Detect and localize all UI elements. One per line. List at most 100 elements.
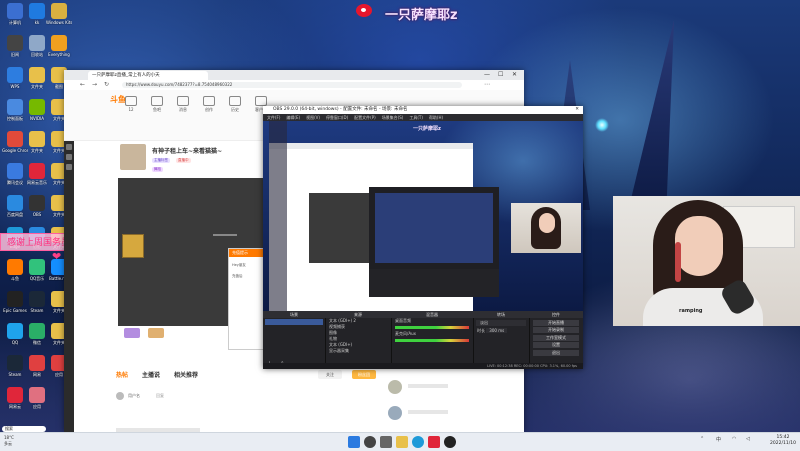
fanclub-button[interactable]: 粉丝团 (352, 370, 376, 379)
content-tabs: 热帖 主播说 相关推荐 (116, 370, 316, 380)
sources-header: 来源 (325, 311, 391, 318)
obs-menu-item[interactable]: 编辑(E) (286, 115, 300, 120)
obs-control-button[interactable]: 工作室模式 (533, 334, 579, 341)
tag-pill[interactable]: 舞蹈 (152, 167, 163, 172)
obs-preview[interactable]: 一只萨摩耶z (263, 121, 583, 311)
nav-icon (151, 96, 163, 106)
forward-icon[interactable]: → (92, 81, 97, 88)
nested-dock (369, 269, 499, 297)
obs-menu-item[interactable]: 视图(V) (306, 115, 320, 120)
volume-icon[interactable]: ◁ (746, 436, 750, 442)
desktop-icon[interactable]: Windows Kits (46, 2, 72, 32)
obs-control-button[interactable]: 设置 (533, 342, 579, 348)
system-clock[interactable]: 15:42 2022/11/10 (770, 435, 796, 447)
close-icon[interactable]: ✕ (512, 70, 517, 80)
desktop-icon[interactable]: 应用 (24, 386, 50, 416)
tab-hot[interactable]: 热帖 (116, 370, 128, 379)
refresh-icon[interactable]: ↻ (104, 81, 109, 88)
avatar[interactable] (120, 144, 146, 170)
wallpaper-spire (626, 20, 694, 220)
tag-pill[interactable]: 主播标签 (152, 158, 170, 163)
obs-control-button[interactable]: 退出 (533, 349, 579, 356)
avatar[interactable] (388, 380, 402, 394)
obs-control-button[interactable]: 开始录制 (533, 327, 579, 333)
app-icon (7, 291, 23, 307)
obs-control-button[interactable]: 开始直播 (533, 319, 579, 326)
recommend-list (388, 370, 518, 430)
obs-menu-item[interactable]: 工具(T) (409, 115, 423, 120)
app-icon (29, 387, 45, 403)
preview-desktop-icons (269, 121, 287, 311)
site-nav-item[interactable]: 消息 (176, 96, 190, 113)
browser-tab[interactable]: 一只萨摩耶z直播_常上有人的小天 (88, 71, 208, 80)
content-placeholder (408, 384, 448, 388)
tray-lang[interactable]: 中 (716, 436, 721, 443)
site-nav-item[interactable]: 历史 (228, 96, 242, 113)
gift-icon[interactable] (148, 328, 164, 338)
app-icon (7, 67, 23, 83)
back-icon[interactable]: ← (80, 81, 85, 88)
content-placeholder (408, 410, 448, 414)
clock-date: 2022/11/10 (770, 441, 796, 446)
scene-item[interactable] (265, 319, 323, 325)
audio-meter (395, 326, 469, 329)
duration-label-text: 时长 (477, 328, 485, 333)
sidebar-icon[interactable] (66, 144, 72, 150)
tray-up-icon[interactable]: ⌃ (700, 436, 704, 442)
explorer-icon[interactable] (396, 436, 408, 448)
obs-icon[interactable] (444, 436, 456, 448)
weather-widget[interactable]: 18°C 多云 (4, 435, 14, 447)
obs-menu-item[interactable]: 配置文件(P) (354, 115, 376, 120)
search-icon[interactable] (364, 436, 376, 448)
close-icon[interactable]: ✕ (575, 106, 579, 114)
app-icon (29, 195, 45, 211)
edge-icon[interactable] (412, 436, 424, 448)
tab-recommend[interactable]: 相关推荐 (174, 370, 198, 379)
app-icon (29, 259, 45, 275)
duration-input[interactable]: 300 ms (486, 328, 508, 333)
mixer-label: 桌面音频 (395, 318, 411, 323)
wifi-icon[interactable]: ◠ (732, 436, 736, 442)
comment-user[interactable]: 用户名 (128, 393, 140, 399)
sidebar-icon[interactable] (66, 164, 72, 170)
app-icon (7, 99, 23, 115)
taskbar: 18°C 多云 ⌃ 中 ◠ ◁ 15:42 2022/11/10 (0, 432, 800, 451)
source-item[interactable]: 显示器采集 (325, 348, 391, 354)
preview-title: 一只萨摩耶z (413, 126, 441, 132)
gift-icon[interactable] (124, 328, 140, 338)
avatar[interactable] (116, 392, 124, 400)
mixer-label: 麦克风/Aux (395, 331, 416, 336)
desktop-icon[interactable]: Everything (46, 34, 72, 64)
transitions-dock: 转场 淡出 时长 300 ms (473, 311, 530, 369)
site-nav-item[interactable]: 12 (124, 96, 138, 112)
sidebar-icon[interactable] (66, 154, 72, 160)
maximize-icon[interactable]: ☐ (498, 70, 503, 80)
transition-select[interactable]: 淡出 (476, 320, 526, 326)
site-nav-item[interactable]: 鱼吧 (150, 96, 164, 113)
app-icon (29, 131, 45, 147)
shirt-text: ramping (679, 308, 703, 314)
minimize-icon[interactable]: — (484, 70, 490, 80)
obs-menu-item[interactable]: 场景集合(S) (382, 115, 404, 120)
follow-button[interactable]: 关注 (318, 370, 342, 379)
nav-icon (229, 96, 241, 106)
url-input[interactable]: https://www.douyu.com/7482377?=8.7540489… (122, 82, 462, 88)
avatar[interactable] (388, 406, 402, 420)
obs-status-bar: LIVE: 00:12:38 REC: 00:00:00 CPU: 3.1%, … (263, 363, 583, 369)
comment-meta[interactable]: 回复 (156, 393, 164, 399)
tag-pill[interactable]: 直播中 (176, 158, 191, 163)
app-icon[interactable] (428, 436, 440, 448)
obs-menu-item[interactable]: 停靠窗口(D) (326, 115, 348, 120)
browser-tab-bar: 一只萨摩耶z直播_常上有人的小天 — ☐ ✕ (64, 70, 524, 80)
extensions-icon[interactable]: ⋯ (484, 81, 490, 88)
controls-dock: 控件 开始直播 开始录制 工作室模式 设置 退出 (529, 311, 583, 369)
site-nav-item[interactable]: 创作 (202, 96, 216, 113)
tab-anchor[interactable]: 主播说 (142, 370, 160, 379)
obs-menu-item[interactable]: 帮助(H) (429, 115, 443, 120)
obs-menu-item[interactable]: 文件(F) (267, 115, 280, 120)
start-icon[interactable] (348, 436, 360, 448)
gift-bar (120, 326, 270, 340)
gift-thumbnail[interactable] (122, 234, 144, 258)
app-icon (29, 3, 45, 19)
taskview-icon[interactable] (380, 436, 392, 448)
